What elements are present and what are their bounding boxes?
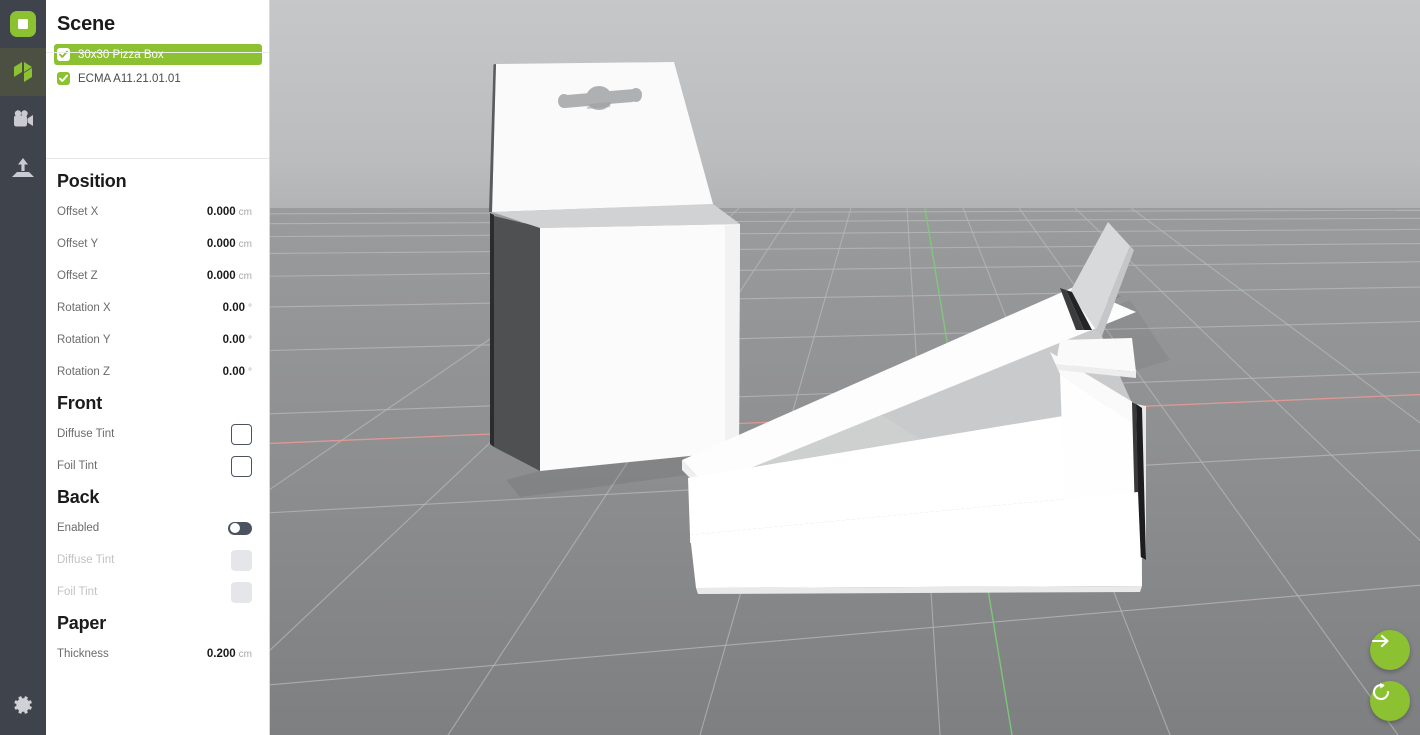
panel-title: Scene — [57, 13, 115, 35]
property-row: Offset Z 0.000 cm — [46, 260, 270, 292]
export-icon — [11, 157, 35, 179]
scene-object-list: 30x30 Pizza Box ECMA A11.21.01.01 — [46, 36, 270, 89]
section-heading: Front — [57, 392, 102, 413]
property-row: Foil Tint — [46, 450, 270, 482]
property-label: Rotation X — [57, 302, 111, 314]
color-swatch — [231, 549, 252, 571]
property-row: Rotation Z 0.00 ° — [46, 356, 270, 388]
rail-bottom-group — [0, 681, 46, 729]
property-row: Rotation X 0.00 ° — [46, 292, 270, 324]
left-icon-rail — [0, 0, 46, 735]
gear-icon — [12, 694, 34, 716]
property-label: Rotation Y — [57, 334, 111, 346]
property-value[interactable]: 0.00 ° — [223, 334, 252, 346]
shapes-icon — [11, 60, 35, 84]
color-swatch[interactable] — [231, 423, 252, 445]
section-heading: Position — [57, 170, 127, 191]
property-number: 0.00 — [222, 334, 245, 346]
property-value[interactable]: 0.000 cm — [207, 238, 252, 250]
property-label: Thickness — [57, 648, 109, 660]
property-unit: ° — [248, 335, 252, 346]
property-label: Rotation Z — [57, 366, 111, 378]
property-row: Rotation Y 0.00 ° — [46, 324, 270, 356]
section-heading: Back — [57, 486, 100, 507]
property-row: Enabled — [46, 512, 270, 544]
section-heading: Paper — [57, 612, 107, 633]
rail-item-logo[interactable] — [0, 0, 46, 48]
scene-list-divider — [46, 158, 270, 159]
viewport-scene — [270, 0, 1420, 735]
rail-item-settings[interactable] — [0, 681, 46, 729]
property-label: Offset X — [57, 206, 99, 218]
property-sections: Position Offset X 0.000 cm Offset Y 0.000 cm Of… — [46, 166, 270, 670]
property-number: 0.00 — [222, 366, 245, 378]
scene-list-item[interactable]: ECMA A11.21.01.01 — [54, 68, 262, 89]
reset-view-button[interactable] — [1370, 681, 1410, 721]
property-value[interactable]: 0.00 ° — [223, 302, 252, 314]
property-row: Diffuse Tint — [46, 418, 270, 450]
properties-panel: Scene 30x30 Pizza Box ECMA A11.21.01.01 P… — [46, 0, 270, 735]
property-number: 0.200 — [206, 648, 236, 660]
property-number: 0.000 — [206, 238, 236, 250]
property-row: Diffuse Tint — [46, 544, 270, 576]
app-root: Scene 30x30 Pizza Box ECMA A11.21.01.01 P… — [0, 0, 1420, 735]
property-label: Enabled — [57, 522, 100, 534]
scene-item-label: 30x30 Pizza Box — [78, 48, 164, 61]
property-number: 0.00 — [222, 302, 245, 314]
property-row: Foil Tint — [46, 576, 270, 608]
camera-icon — [11, 109, 35, 131]
property-number: 0.000 — [206, 206, 236, 218]
property-row: Offset X 0.000 cm — [46, 196, 270, 228]
scene-item-checkbox[interactable] — [57, 48, 70, 61]
property-unit: ° — [248, 303, 252, 314]
viewport-3d[interactable] — [270, 0, 1420, 735]
property-unit: cm — [238, 649, 252, 660]
rail-item-export[interactable] — [0, 144, 46, 192]
rail-item-camera[interactable] — [0, 96, 46, 144]
property-value[interactable]: 0.000 cm — [207, 270, 252, 282]
property-unit: ° — [248, 367, 252, 378]
property-unit: cm — [238, 239, 252, 250]
property-label: Foil Tint — [57, 460, 98, 472]
property-value[interactable]: 0.00 ° — [223, 366, 252, 378]
property-label: Offset Y — [57, 238, 99, 250]
property-label: Foil Tint — [57, 586, 98, 598]
enabled-toggle[interactable] — [228, 521, 252, 535]
panel-top-divider — [46, 52, 270, 53]
next-step-button[interactable] — [1370, 630, 1410, 670]
logo-icon — [10, 11, 36, 37]
property-unit: cm — [238, 207, 252, 218]
property-row: Thickness 0.200 cm — [46, 638, 270, 670]
scene-item-label: ECMA A11.21.01.01 — [78, 72, 181, 85]
property-value[interactable]: 0.200 cm — [207, 648, 252, 660]
scene-item-checkbox[interactable] — [57, 72, 70, 85]
rail-item-shapes[interactable] — [0, 48, 46, 96]
property-label: Diffuse Tint — [57, 554, 115, 566]
property-label: Diffuse Tint — [57, 428, 115, 440]
color-swatch — [231, 581, 252, 603]
property-value[interactable]: 0.000 cm — [207, 206, 252, 218]
property-number: 0.000 — [206, 270, 236, 282]
property-label: Offset Z — [57, 270, 98, 282]
toggle-knob — [229, 523, 240, 533]
property-row: Offset Y 0.000 cm — [46, 228, 270, 260]
color-swatch[interactable] — [231, 455, 252, 477]
scene-list-item[interactable]: 30x30 Pizza Box — [54, 44, 262, 65]
property-unit: cm — [238, 271, 252, 282]
